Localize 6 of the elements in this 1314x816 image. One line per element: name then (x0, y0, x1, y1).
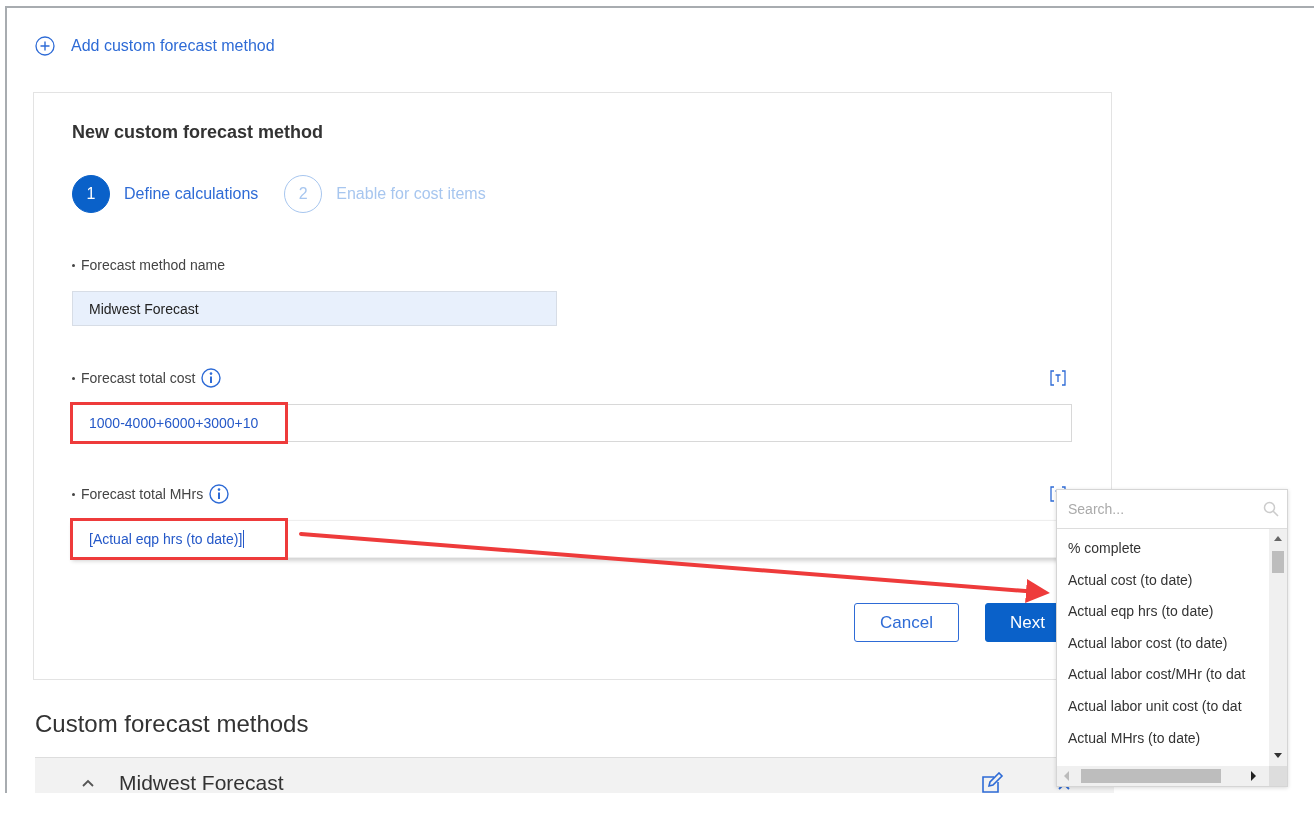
field-label: Forecast method name (81, 257, 225, 273)
form-title: New custom forecast method (72, 121, 325, 143)
method-name: Midwest Forecast (119, 770, 284, 793)
field-label: Forecast total cost (81, 370, 196, 386)
section-heading: Custom forecast methods (35, 709, 309, 739)
field-label: Forecast total MHrs (81, 486, 204, 502)
